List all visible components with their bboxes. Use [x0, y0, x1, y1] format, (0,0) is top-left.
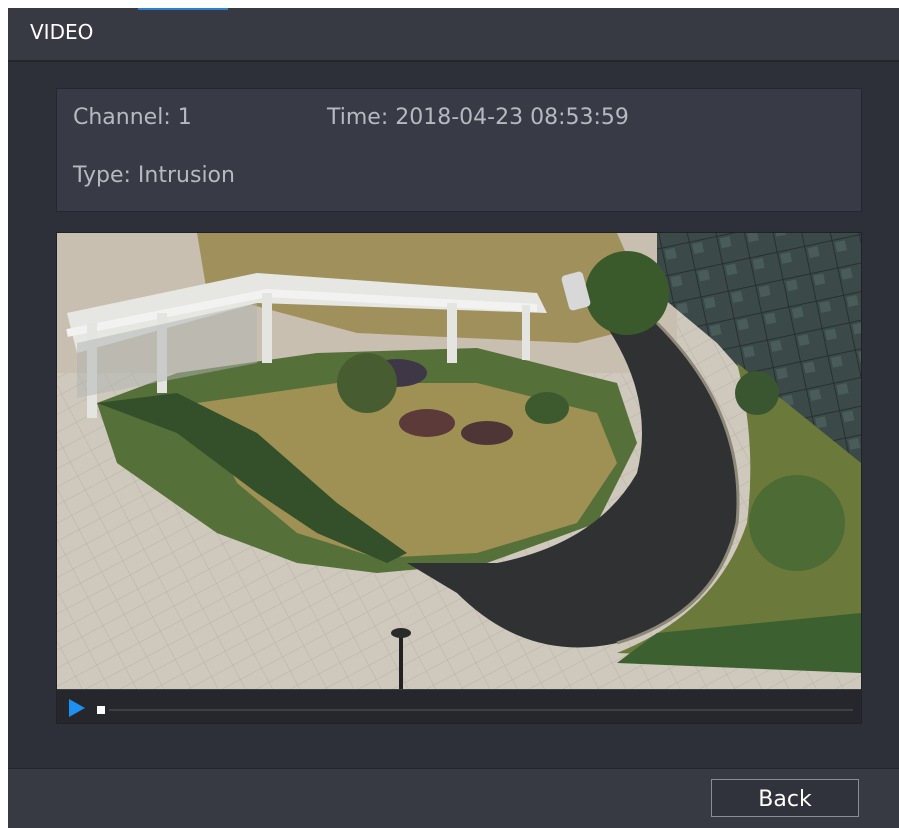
progress-handle[interactable] — [97, 706, 105, 714]
video-frame-image — [57, 233, 861, 689]
video-dialog: VIDEO Channel: 1 Time: 2018-04-23 08:53:… — [8, 8, 899, 828]
back-button[interactable]: Back — [711, 779, 859, 817]
event-info-panel: Channel: 1 Time: 2018-04-23 08:53:59 Typ… — [56, 88, 862, 212]
dialog-title: VIDEO — [30, 20, 94, 44]
playback-control-bar — [57, 689, 861, 723]
play-icon[interactable] — [69, 699, 85, 717]
dialog-footer: Back — [8, 768, 899, 828]
video-player[interactable] — [56, 232, 862, 724]
title-bar: VIDEO — [8, 8, 899, 62]
channel-label: Channel: 1 — [73, 105, 192, 130]
title-accent-line — [138, 8, 228, 10]
type-label: Type: Intrusion — [73, 163, 235, 188]
progress-track[interactable] — [109, 709, 853, 711]
time-label: Time: 2018-04-23 08:53:59 — [327, 105, 629, 130]
